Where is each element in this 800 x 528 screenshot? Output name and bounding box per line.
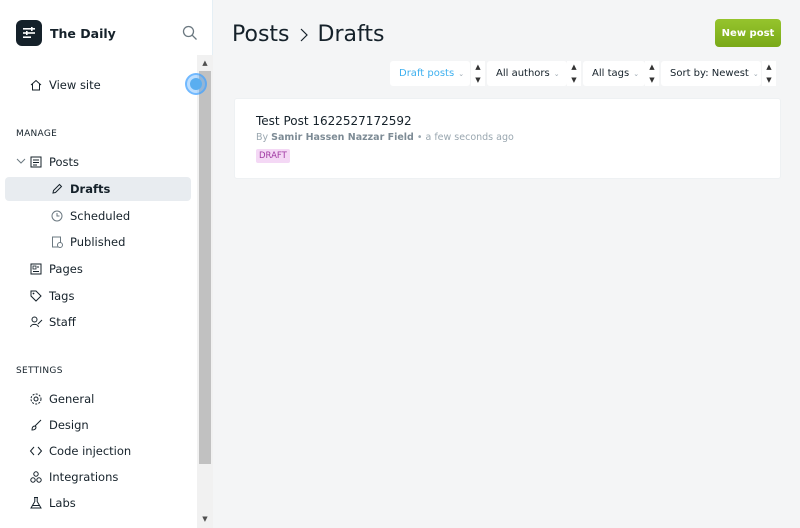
tag-filter-label: All tags (592, 68, 630, 79)
posts-icon (28, 154, 44, 170)
author-filter[interactable]: All authors ⌄ (487, 61, 567, 86)
gear-icon (28, 391, 44, 407)
cursor-indicator (185, 73, 207, 95)
new-post-button[interactable]: New post (715, 19, 781, 47)
sidebar-nav: View site MANAGE Posts Drafts Scheduled (0, 55, 197, 528)
type-filter-label: Draft posts (399, 68, 455, 79)
pencil-icon (49, 181, 65, 197)
sidebar-item-label: Staff (49, 315, 76, 329)
sidebar-item-label: General (49, 392, 95, 406)
sidebar-item-labs[interactable]: Labs (5, 491, 191, 515)
manage-section-label: MANAGE (16, 129, 58, 139)
sidebar-item-published[interactable]: Published (5, 230, 191, 254)
author-filter-label: All authors (496, 68, 550, 79)
sidebar-item-label: Code injection (49, 444, 132, 458)
post-time: • a few seconds ago (416, 132, 514, 143)
sidebar-item-view-site[interactable]: View site (5, 73, 191, 97)
pages-icon (28, 261, 44, 277)
brand-logo-icon (16, 20, 42, 46)
integrations-icon (28, 469, 44, 485)
post-meta: By Samir Hassen Nazzar Field • a few sec… (256, 132, 514, 143)
flask-icon (28, 495, 44, 511)
sidebar-item-staff[interactable]: Staff (5, 310, 191, 334)
chevron-down-icon: ⌄ (633, 69, 640, 78)
sidebar-scrollbar[interactable]: ▲ ▼ (197, 55, 213, 528)
home-icon (28, 77, 44, 93)
sidebar-item-label: Pages (49, 262, 83, 276)
chevron-down-icon: ⌄ (752, 69, 759, 78)
post-author: Samir Hassen Nazzar Field (271, 132, 414, 143)
sidebar-item-label: Integrations (49, 470, 119, 484)
tag-filter[interactable]: All tags ⌄ (583, 61, 645, 86)
published-icon (49, 234, 65, 250)
main-content: Posts Drafts New post Draft posts ⌄ ▲ ▼ Al… (214, 0, 800, 528)
sidebar-item-label: Posts (49, 155, 80, 169)
code-icon (28, 443, 44, 459)
sidebar-item-general[interactable]: General (5, 387, 191, 411)
post-list-item[interactable]: Test Post 1622527172592 By Samir Hassen … (234, 98, 781, 179)
status-badge: DRAFT (256, 149, 290, 163)
sidebar-item-code-injection[interactable]: Code injection (5, 439, 191, 463)
sidebar-item-label: Design (49, 418, 89, 432)
chevron-right-icon (298, 27, 310, 43)
sidebar-item-posts[interactable]: Posts (5, 150, 191, 174)
brush-icon (28, 417, 44, 433)
sort-filter-label: Sort by: Newest (670, 68, 749, 79)
author-filter-stepper[interactable]: ▲ ▼ (567, 61, 581, 86)
chevron-down-icon: ⌄ (553, 69, 560, 78)
breadcrumb: Posts Drafts (232, 22, 384, 47)
breadcrumb-posts[interactable]: Posts (232, 22, 290, 47)
staff-icon (28, 314, 44, 330)
sidebar-item-label: Published (70, 235, 126, 249)
scroll-up-icon[interactable]: ▲ (197, 56, 213, 70)
sidebar-item-label: View site (49, 78, 101, 92)
tag-filter-stepper[interactable]: ▲ ▼ (645, 61, 659, 86)
sidebar-item-design[interactable]: Design (5, 413, 191, 437)
scrollbar-thumb[interactable] (199, 71, 211, 464)
search-icon[interactable] (181, 24, 199, 42)
sidebar-item-integrations[interactable]: Integrations (5, 465, 191, 489)
sort-filter[interactable]: Sort by: Newest ⌄ (661, 61, 761, 86)
sidebar-item-label: Tags (49, 289, 75, 303)
sidebar-item-tags[interactable]: Tags (5, 284, 191, 308)
type-filter-stepper[interactable]: ▲ ▼ (471, 61, 485, 86)
settings-section-label: SETTINGS (16, 366, 63, 376)
sort-filter-stepper[interactable]: ▲ ▼ (762, 61, 776, 86)
sidebar-item-scheduled[interactable]: Scheduled (5, 204, 191, 228)
page-title: Drafts (317, 22, 385, 47)
tag-icon (28, 288, 44, 304)
clock-icon (49, 208, 65, 224)
type-filter[interactable]: Draft posts ⌄ (390, 61, 470, 86)
sidebar-item-label: Drafts (70, 182, 111, 196)
scroll-down-icon[interactable]: ▼ (197, 512, 213, 526)
post-by: By (256, 132, 269, 143)
brand[interactable]: The Daily (16, 20, 116, 46)
sidebar: The Daily View site MANAGE Posts Drafts (0, 0, 213, 528)
sidebar-item-drafts[interactable]: Drafts (5, 177, 191, 201)
chevron-down-icon: ⌄ (458, 69, 465, 78)
sidebar-item-label: Scheduled (70, 209, 131, 223)
brand-name: The Daily (50, 25, 116, 41)
post-title: Test Post 1622527172592 (256, 114, 412, 128)
sidebar-item-label: Labs (49, 496, 76, 510)
sidebar-item-pages[interactable]: Pages (5, 257, 191, 281)
